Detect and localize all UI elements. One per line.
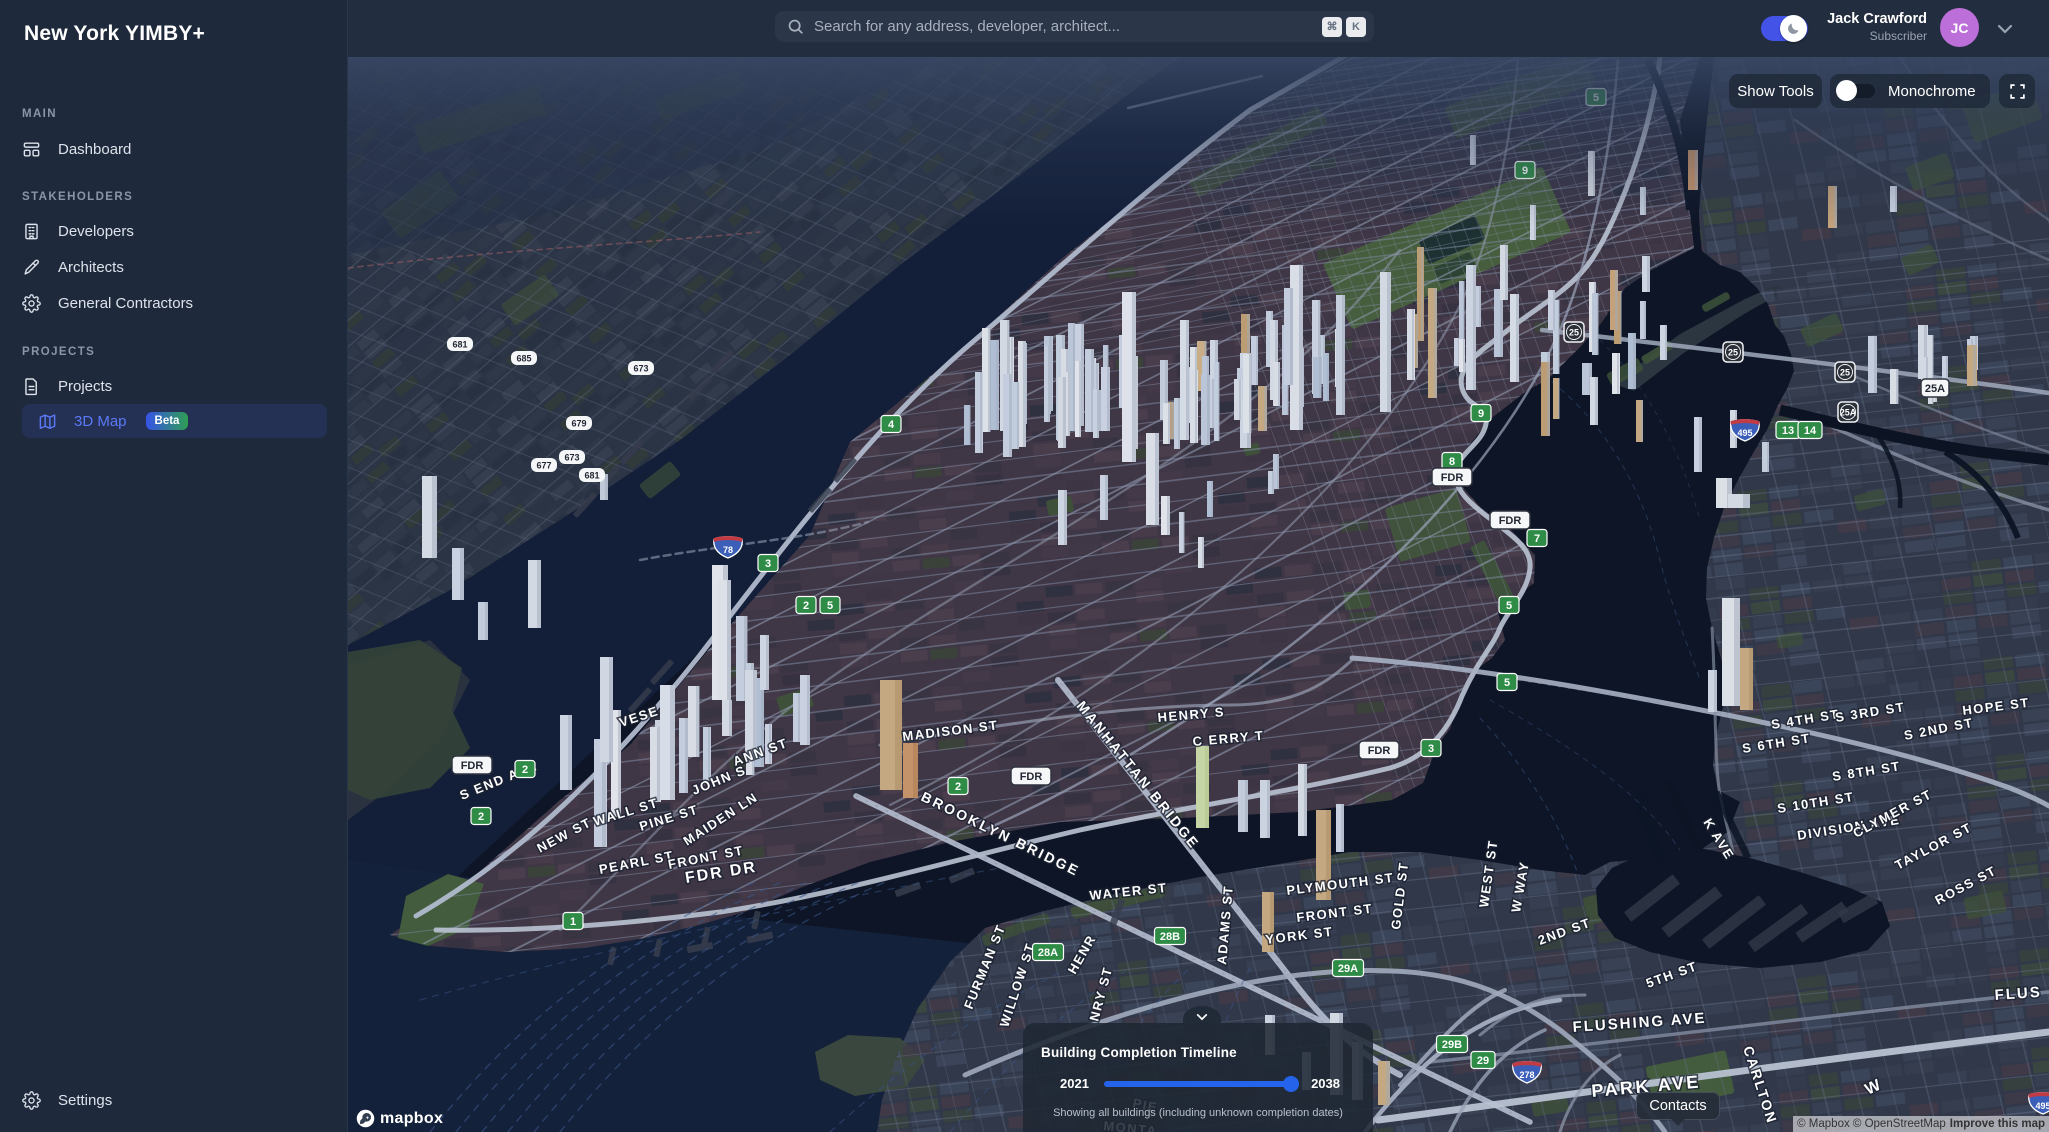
svg-text:679: 679 xyxy=(571,419,586,429)
svg-text:278: 278 xyxy=(1519,1070,1534,1080)
svg-text:14: 14 xyxy=(1804,425,1817,437)
svg-text:28A: 28A xyxy=(1038,947,1058,959)
svg-text:681: 681 xyxy=(584,471,599,481)
svg-text:4: 4 xyxy=(888,419,895,431)
svg-text:2: 2 xyxy=(522,764,528,776)
svg-text:2: 2 xyxy=(955,781,961,793)
svg-text:25: 25 xyxy=(1840,368,1850,378)
svg-text:5: 5 xyxy=(1506,600,1512,612)
svg-text:677: 677 xyxy=(536,461,551,471)
svg-text:673: 673 xyxy=(633,364,648,374)
svg-text:2: 2 xyxy=(478,811,484,823)
svg-text:FLUS: FLUS xyxy=(1994,984,2042,1004)
svg-text:2: 2 xyxy=(803,600,809,612)
svg-text:28B: 28B xyxy=(1160,931,1180,943)
svg-text:495: 495 xyxy=(2035,1101,2049,1111)
svg-text:FDR: FDR xyxy=(1020,771,1043,783)
svg-text:8: 8 xyxy=(1449,456,1455,468)
svg-text:5: 5 xyxy=(827,600,833,612)
svg-text:FDR: FDR xyxy=(461,760,484,772)
svg-text:9: 9 xyxy=(1478,408,1484,420)
svg-text:685: 685 xyxy=(516,354,531,364)
svg-text:681: 681 xyxy=(452,340,467,350)
svg-text:29: 29 xyxy=(1477,1055,1489,1067)
svg-text:5: 5 xyxy=(1504,677,1510,689)
svg-text:78: 78 xyxy=(723,545,733,555)
svg-text:673: 673 xyxy=(564,453,579,463)
svg-text:7: 7 xyxy=(1534,533,1540,545)
svg-text:25A: 25A xyxy=(1840,408,1857,418)
svg-text:FDR: FDR xyxy=(1441,472,1464,484)
svg-text:3: 3 xyxy=(1428,743,1434,755)
svg-text:25: 25 xyxy=(1728,348,1738,358)
svg-text:13: 13 xyxy=(1782,425,1794,437)
svg-text:1: 1 xyxy=(570,916,576,928)
svg-text:25: 25 xyxy=(1569,328,1579,338)
svg-text:495: 495 xyxy=(1737,428,1752,438)
svg-text:25A: 25A xyxy=(1925,383,1945,395)
svg-text:29B: 29B xyxy=(1442,1039,1462,1051)
svg-text:FDR: FDR xyxy=(1499,515,1522,527)
svg-text:29A: 29A xyxy=(1338,963,1358,975)
svg-text:3: 3 xyxy=(765,558,771,570)
svg-text:FDR: FDR xyxy=(1368,745,1391,757)
